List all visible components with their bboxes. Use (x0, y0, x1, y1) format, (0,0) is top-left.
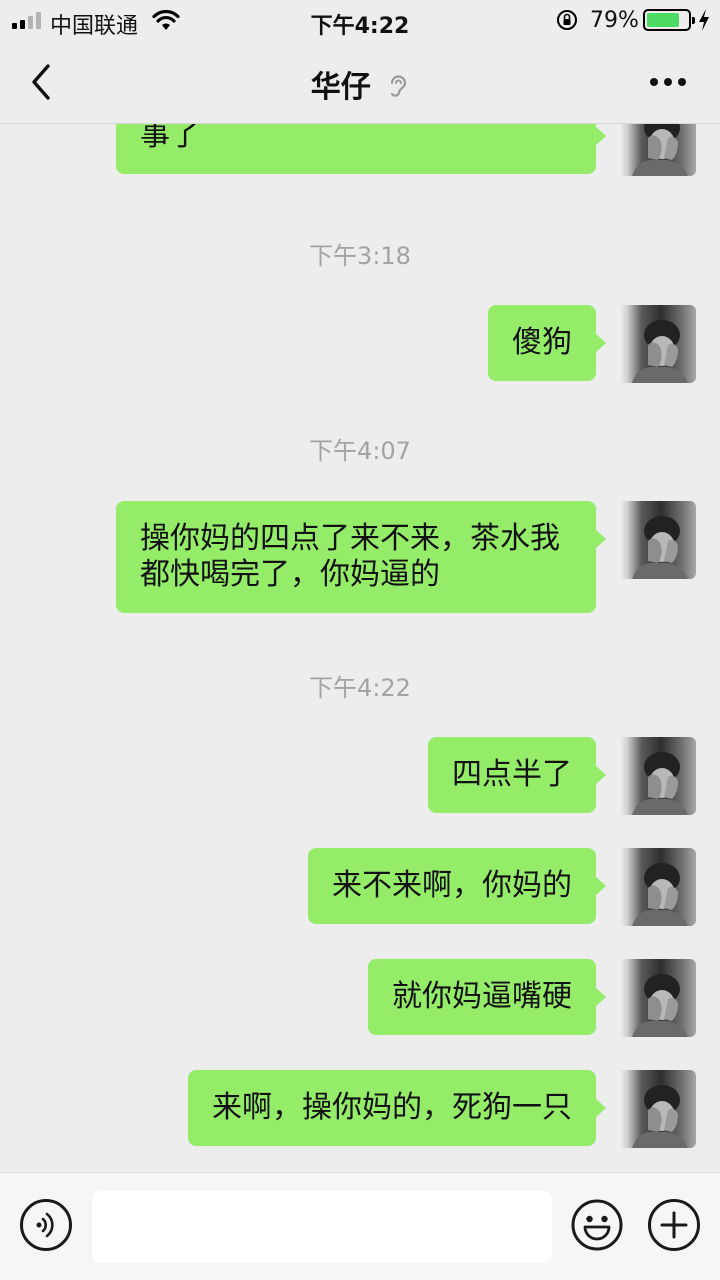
message-row: 操你妈的四点了来不来，茶水我都快喝完了，你妈逼的 (116, 501, 696, 613)
message-bubble[interactable]: 四点半了 (428, 737, 606, 813)
emoji-icon[interactable] (571, 1199, 623, 1251)
message-input[interactable] (92, 1191, 552, 1263)
message-bubble[interactable]: 傻狗 (488, 305, 606, 381)
message-row: 事了 (116, 124, 696, 176)
input-bar (0, 1172, 720, 1280)
status-bar: 中国联通 下午4:22 79% (0, 0, 720, 40)
message-bubble[interactable]: 来不来啊，你妈的 (308, 848, 606, 924)
battery-icon (643, 9, 695, 31)
earpiece-icon (391, 75, 407, 97)
avatar[interactable] (618, 959, 696, 1037)
orientation-lock-icon (557, 10, 577, 30)
message-bubble[interactable]: 来啊，操你妈的，死狗一只 (188, 1070, 606, 1146)
message-row: 傻狗 (488, 305, 696, 383)
avatar[interactable] (618, 737, 696, 815)
avatar[interactable] (618, 124, 696, 176)
avatar[interactable] (618, 1070, 696, 1148)
avatar[interactable] (618, 848, 696, 926)
chat-messages[interactable]: 事了 下午3:18 傻狗 下午4:07 操你妈的四点了来不来，茶水我都快喝完了，… (0, 124, 720, 1172)
chat-title-wrap: 华仔 (0, 62, 720, 106)
avatar[interactable] (618, 305, 696, 383)
voice-icon[interactable] (20, 1199, 72, 1251)
message-row: 来不来啊，你妈的 (308, 848, 696, 926)
chat-title: 华仔 (310, 70, 371, 105)
timestamp: 下午4:07 (309, 437, 411, 465)
avatar[interactable] (618, 501, 696, 579)
message-row: 四点半了 (428, 737, 696, 815)
plus-icon[interactable] (648, 1199, 700, 1251)
message-bubble[interactable]: 操你妈的四点了来不来，茶水我都快喝完了，你妈逼的 (116, 501, 606, 613)
charging-bolt-icon (699, 9, 709, 31)
timestamp: 下午4:22 (309, 674, 411, 702)
message-bubble[interactable]: 事了 (116, 124, 606, 174)
battery-percent: 79% (590, 8, 639, 33)
more-icon[interactable] (650, 78, 686, 88)
timestamp: 下午3:18 (309, 242, 411, 270)
message-row: 来啊，操你妈的，死狗一只 (188, 1070, 696, 1148)
message-bubble[interactable]: 就你妈逼嘴硬 (368, 959, 606, 1035)
chat-header: 华仔 (0, 40, 720, 124)
message-row: 就你妈逼嘴硬 (368, 959, 696, 1037)
